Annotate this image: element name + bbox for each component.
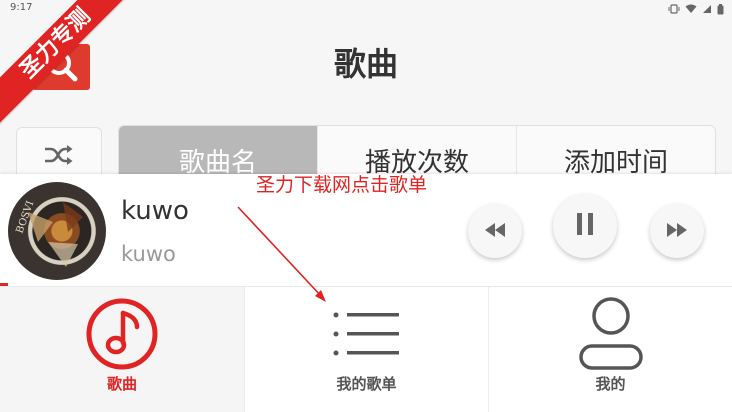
bottom-navigation: 歌曲 我的歌单 我的 — [0, 286, 732, 412]
annotation-text: 圣力下载网点击歌单 — [256, 174, 428, 196]
album-art[interactable]: BOSVI — [8, 182, 106, 280]
music-note-icon — [85, 298, 159, 370]
nav-label-my-playlists: 我的歌单 — [336, 375, 397, 393]
song-artist: kuwo — [121, 242, 176, 266]
vibrate-icon — [668, 4, 680, 14]
playlist-icon — [332, 301, 402, 367]
previous-button[interactable] — [468, 204, 522, 258]
nav-label-songs: 歌曲 — [106, 375, 137, 393]
nav-item-me[interactable]: 我的 — [488, 287, 732, 412]
wifi-icon — [685, 4, 697, 14]
signal-icon — [702, 4, 712, 14]
shuffle-icon — [44, 144, 74, 170]
pause-button[interactable] — [553, 194, 617, 258]
status-time: 9:17 — [10, 2, 33, 13]
rewind-icon — [484, 222, 506, 241]
nav-label-me: 我的 — [595, 375, 626, 393]
status-icons — [668, 3, 724, 15]
pause-icon — [575, 213, 595, 239]
next-button[interactable] — [650, 204, 704, 258]
page-title: 歌曲 — [333, 45, 398, 83]
fast-forward-icon — [666, 222, 688, 241]
song-title: kuwo — [121, 196, 189, 226]
nav-item-songs[interactable]: 歌曲 — [0, 287, 244, 412]
person-icon — [578, 297, 644, 370]
nav-item-my-playlists[interactable]: 我的歌单 — [244, 287, 488, 412]
battery-icon — [717, 3, 724, 15]
